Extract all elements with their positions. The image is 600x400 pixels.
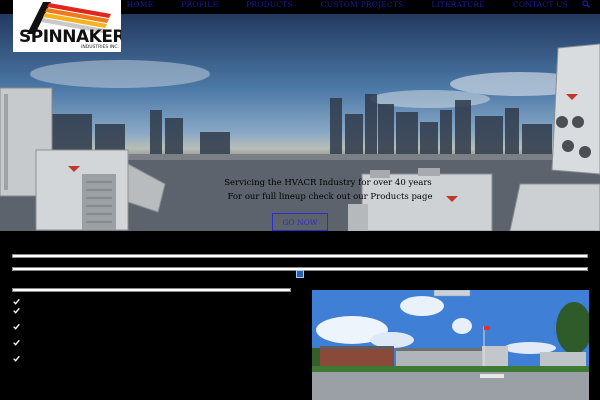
logo-wordmark: SPINNAKER xyxy=(19,27,121,47)
nav-literature[interactable]: LITERATURE xyxy=(417,0,499,9)
broken-image-icon xyxy=(296,270,304,278)
content-divider-bar xyxy=(12,254,588,258)
check-icon xyxy=(13,298,20,305)
nav-profile[interactable]: PROFILE xyxy=(167,0,232,9)
company-logo[interactable]: SPINNAKER INDUSTRIES INC. xyxy=(13,0,121,52)
logo-subtitle: INDUSTRIES INC. xyxy=(81,45,119,50)
check-icon xyxy=(13,307,20,314)
hero-tagline: Servicing the HVACR Industry for over 40… xyxy=(224,178,432,188)
check-icon xyxy=(13,339,20,346)
nav-products[interactable]: PRODUCTS xyxy=(232,0,307,9)
nav-custom-projects[interactable]: CUSTOM PROJECTS xyxy=(307,0,418,9)
search-icon[interactable] xyxy=(582,0,590,8)
check-icon xyxy=(13,355,20,362)
nav-contact-us[interactable]: CONTACT US xyxy=(499,0,582,9)
hero-subtext: For our full lineup check out our Produc… xyxy=(227,192,433,202)
check-icon xyxy=(13,323,20,330)
features-heading-bar xyxy=(12,288,291,292)
go-now-button[interactable]: GO NOW xyxy=(272,213,328,231)
facility-photo xyxy=(312,290,589,400)
main-nav: HOME PROFILE PRODUCTS CUSTOM PROJECTS LI… xyxy=(113,0,596,9)
